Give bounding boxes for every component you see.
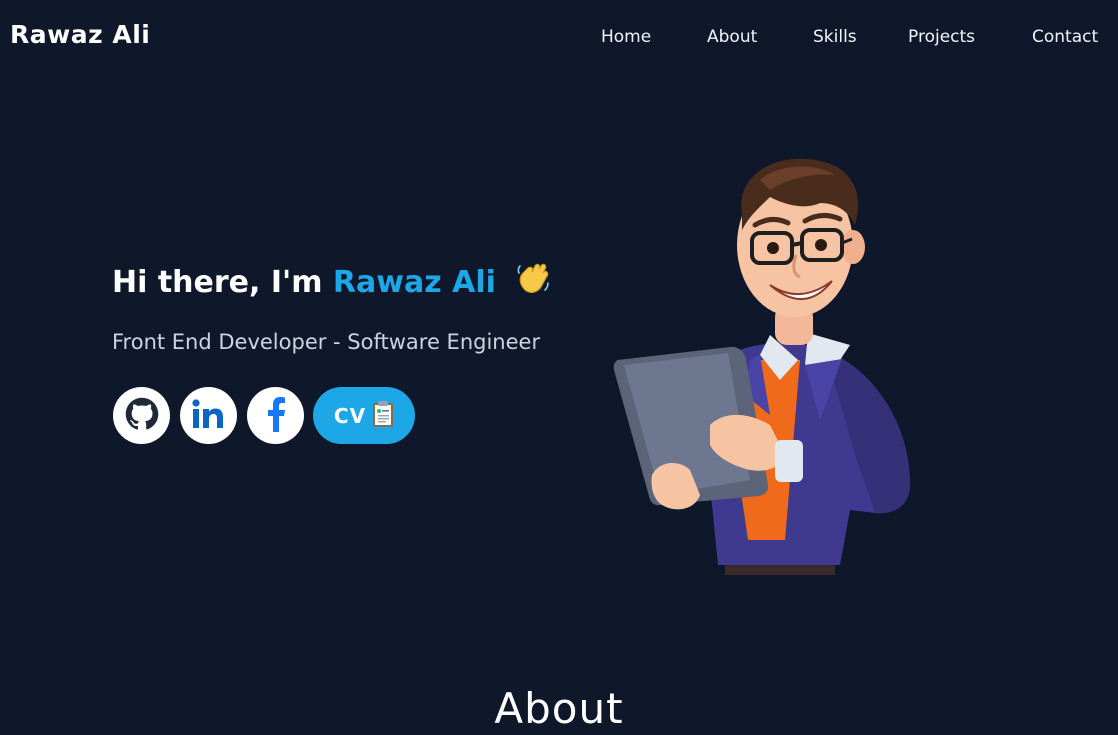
facebook-icon	[266, 396, 286, 436]
linkedin-button[interactable]	[180, 387, 237, 444]
developer-avatar-illustration	[610, 155, 920, 580]
nav-link-home[interactable]: Home	[601, 27, 651, 47]
hero-subtitle: Front End Developer - Software Engineer	[112, 330, 541, 354]
navbar: Rawaz Ali Home About Skills Projects Con…	[0, 0, 1118, 76]
download-cv-button[interactable]: CV	[313, 387, 415, 444]
nav-link-skills[interactable]: Skills	[813, 27, 857, 47]
hero-title: Hi there, I'm Rawaz Ali	[112, 260, 550, 304]
nav-links: Home About Skills Projects Contact	[0, 27, 1118, 51]
facebook-button[interactable]	[247, 387, 304, 444]
hero-name: Rawaz Ali	[332, 265, 496, 300]
cv-label: CV	[333, 403, 367, 428]
nav-link-about[interactable]: About	[707, 27, 757, 47]
linkedin-icon	[191, 398, 227, 434]
github-button[interactable]	[113, 387, 170, 444]
nav-link-projects[interactable]: Projects	[908, 27, 975, 47]
github-icon	[125, 397, 159, 435]
waving-hand-icon	[516, 260, 550, 304]
nav-link-contact[interactable]: Contact	[1032, 27, 1098, 47]
clipboard-icon	[372, 400, 394, 432]
about-section-heading: About	[494, 684, 624, 733]
hero-greeting: Hi there, I'm	[112, 265, 323, 300]
